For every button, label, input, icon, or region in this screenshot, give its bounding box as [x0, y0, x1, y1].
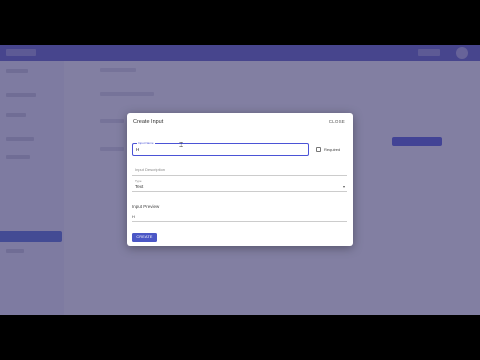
- create-button[interactable]: CREATE: [132, 233, 157, 242]
- text-cursor-icon: ⌶: [179, 142, 184, 149]
- required-label: Required: [324, 147, 341, 152]
- input-preview-field[interactable]: H: [132, 212, 347, 222]
- input-description-field[interactable]: Input Description: [132, 164, 347, 176]
- checkbox-icon[interactable]: [316, 147, 321, 152]
- create-input-dialog: Create Input CLOSE Input Name H ⌶ Requir…: [127, 113, 353, 246]
- input-preview-value: H: [132, 214, 135, 219]
- type-label: Type: [135, 179, 142, 183]
- input-name-label: Input Name: [137, 141, 155, 145]
- input-name-value: H: [136, 147, 140, 152]
- type-select[interactable]: Type Text ▾: [132, 179, 347, 192]
- description-placeholder: Input Description: [135, 167, 166, 172]
- close-button[interactable]: CLOSE: [329, 119, 345, 124]
- type-value: Text: [135, 184, 144, 189]
- chevron-down-icon[interactable]: ▾: [343, 184, 345, 189]
- input-name-field[interactable]: Input Name H ⌶: [132, 141, 309, 156]
- dialog-title: Create Input: [133, 119, 164, 125]
- input-preview-label: Input Preview: [132, 204, 160, 209]
